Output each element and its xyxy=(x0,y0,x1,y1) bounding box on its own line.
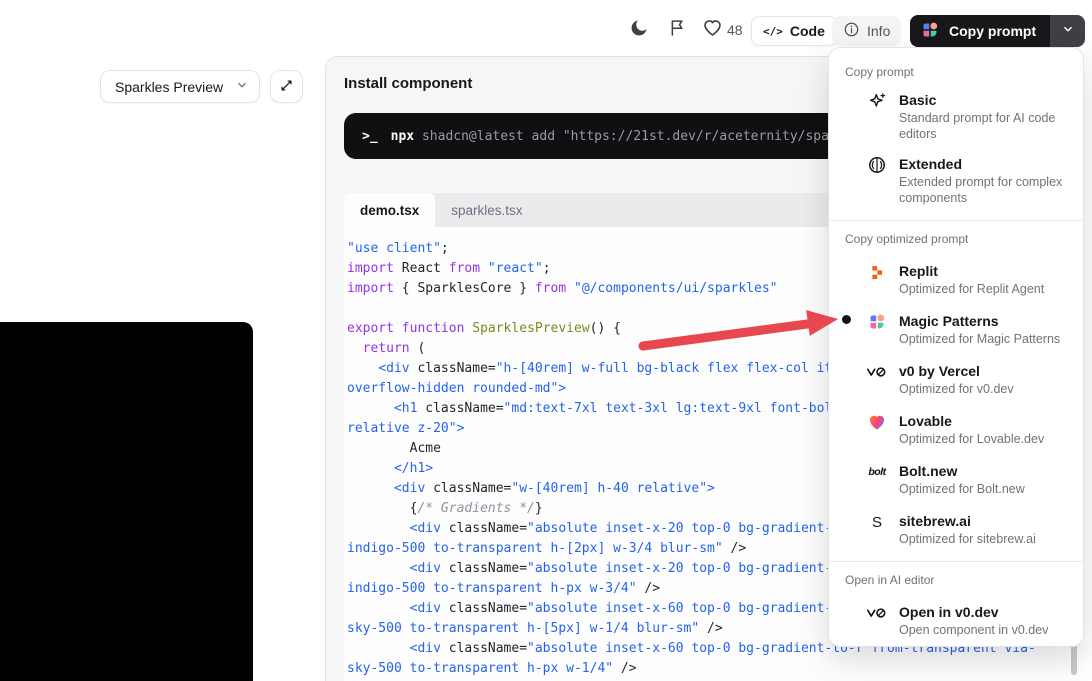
command-text: shadcn@latest add "https://21st.dev/r/ac… xyxy=(414,129,876,144)
menu-section-label: Copy prompt xyxy=(829,58,1083,84)
page: 48 </> Code Info Copy prompt Sparkles Pr… xyxy=(0,0,1092,681)
like-button[interactable] xyxy=(701,18,723,40)
menu-item-subtitle: Optimized for sitebrew.ai xyxy=(899,531,1075,547)
code-line: sky-500 to-transparent h-px w-1/4" /> xyxy=(347,659,1081,679)
install-section-title: Install component xyxy=(344,75,472,92)
menu-item-open-in-v0-dev[interactable]: Open in v0.devOpen component in v0.dev xyxy=(829,602,1083,638)
menu-item-subtitle: Optimized for Magic Patterns xyxy=(899,331,1075,347)
copy-prompt-menu: Copy prompt BasicStandard prompt for AI c… xyxy=(828,47,1084,647)
copy-prompt-split-button: Copy prompt xyxy=(910,15,1085,47)
command-prefix: npx xyxy=(391,129,414,144)
menu-item-extended[interactable]: ExtendedExtended prompt for complex comp… xyxy=(829,154,1083,206)
menu-item-title: v0 by Vercel xyxy=(899,361,1075,381)
menu-item-sitebrew-ai[interactable]: Ssitebrew.aiOptimized for sitebrew.ai xyxy=(829,511,1083,547)
menu-section-label: Copy optimized prompt xyxy=(829,221,1083,251)
menu-item-title: Lovable xyxy=(899,411,1075,431)
menu-item-title: Magic Patterns xyxy=(899,311,1075,331)
copy-prompt-label: Copy prompt xyxy=(949,23,1036,39)
component-preview-canvas xyxy=(0,322,253,681)
menu-item-basic[interactable]: BasicStandard prompt for AI code editors xyxy=(829,90,1083,142)
menu-section-label: Open in AI editor xyxy=(829,562,1083,592)
info-button-label: Info xyxy=(867,23,890,39)
menu-item-subtitle: Extended prompt for complex components xyxy=(899,174,1075,206)
info-button[interactable]: Info xyxy=(832,16,901,46)
menu-item-subtitle: Open component in v0.dev xyxy=(899,622,1075,638)
code-button[interactable]: </> Code xyxy=(751,16,837,46)
v0-icon xyxy=(867,362,887,382)
magic-patterns-icon xyxy=(867,312,887,332)
menu-item-v0-by-vercel[interactable]: v0 by VercelOptimized for v0.dev xyxy=(829,361,1083,397)
info-icon xyxy=(843,21,860,41)
tab-demo-tsx[interactable]: demo.tsx xyxy=(344,193,435,227)
heart-icon xyxy=(702,17,723,41)
menu-item-title: Bolt.new xyxy=(899,461,1075,481)
bolt-icon: bolt xyxy=(867,462,887,482)
flag-icon xyxy=(668,18,687,40)
report-button[interactable] xyxy=(666,18,688,40)
chevron-down-icon xyxy=(235,78,249,95)
code-button-label: Code xyxy=(790,23,825,39)
menu-item-subtitle: Optimized for Bolt.new xyxy=(899,481,1075,497)
tab-sparkles-tsx[interactable]: sparkles.tsx xyxy=(435,193,538,227)
expand-icon xyxy=(279,78,294,96)
chevron-down-icon xyxy=(1061,22,1075,41)
menu-item-subtitle: Optimized for Lovable.dev xyxy=(899,431,1075,447)
preview-selector-label: Sparkles Preview xyxy=(115,79,223,95)
fullscreen-button[interactable] xyxy=(270,70,303,103)
menu-item-bolt-new[interactable]: bolt Bolt.newOptimized for Bolt.new xyxy=(829,461,1083,497)
menu-item-magic-patterns[interactable]: Magic PatternsOptimized for Magic Patter… xyxy=(829,311,1083,347)
v0-icon xyxy=(867,603,887,623)
lovable-icon xyxy=(867,412,887,432)
menu-item-subtitle: Optimized for v0.dev xyxy=(899,381,1075,397)
brain-icon xyxy=(867,155,887,175)
copy-prompt-button[interactable]: Copy prompt xyxy=(910,15,1050,47)
sitebrew-icon: S xyxy=(867,512,887,532)
bullet-annotation xyxy=(842,315,851,324)
theme-toggle-button[interactable] xyxy=(628,18,650,40)
magic-patterns-icon xyxy=(920,20,940,43)
menu-item-title: Extended xyxy=(899,154,1075,174)
copy-prompt-dropdown-toggle[interactable] xyxy=(1050,15,1085,47)
replit-icon xyxy=(867,262,887,282)
moon-icon xyxy=(629,18,649,41)
menu-item-title: sitebrew.ai xyxy=(899,511,1075,531)
terminal-prompt-icon: >_ xyxy=(362,129,378,144)
menu-item-lovable[interactable]: LovableOptimized for Lovable.dev xyxy=(829,411,1083,447)
menu-item-subtitle: Standard prompt for AI code editors xyxy=(899,110,1075,142)
menu-item-subtitle: Optimized for Replit Agent xyxy=(899,281,1075,297)
sparkles-icon xyxy=(867,91,887,111)
preview-selector[interactable]: Sparkles Preview xyxy=(100,70,260,103)
likes-count: 48 xyxy=(727,22,743,38)
menu-item-title: Open in v0.dev xyxy=(899,602,1075,622)
menu-item-replit[interactable]: ReplitOptimized for Replit Agent xyxy=(829,261,1083,297)
menu-item-title: Basic xyxy=(899,90,1075,110)
menu-item-title: Replit xyxy=(899,261,1075,281)
code-slash-icon: </> xyxy=(763,25,783,38)
